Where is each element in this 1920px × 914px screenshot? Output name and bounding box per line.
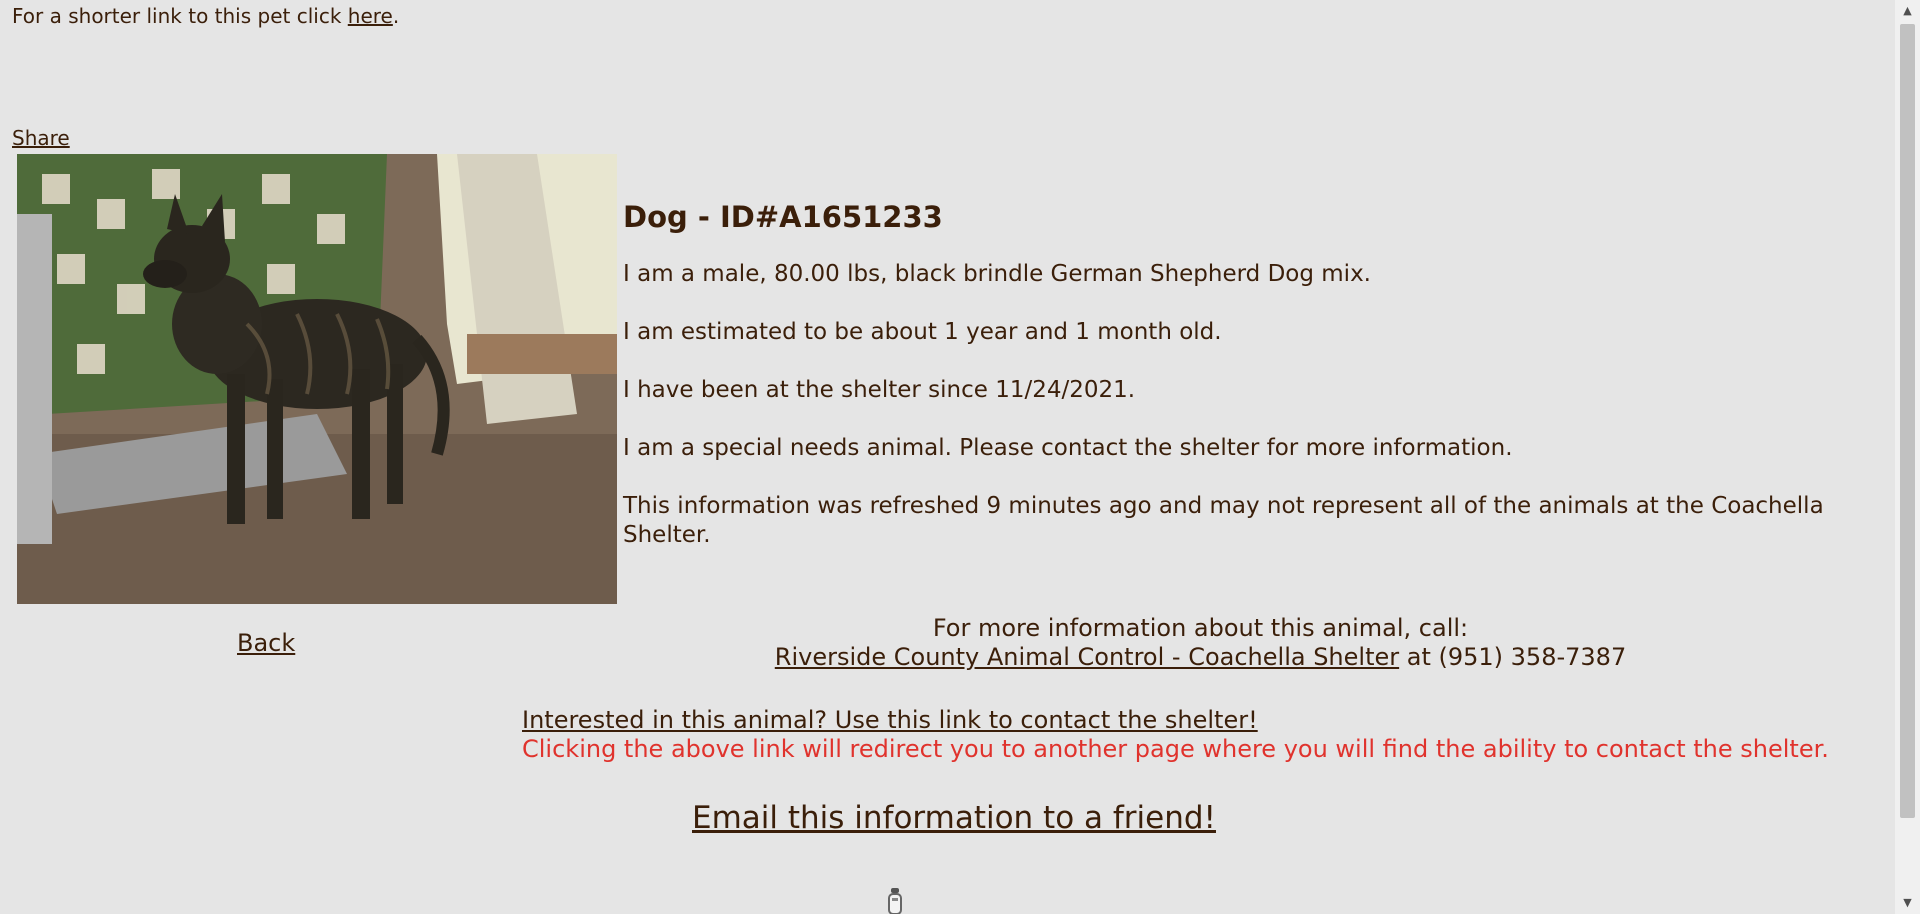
share-link[interactable]: Share <box>12 126 70 150</box>
scrollbar-thumb[interactable] <box>1900 24 1915 818</box>
shorter-link-suffix: . <box>392 4 400 28</box>
shorter-link[interactable]: here <box>348 4 393 28</box>
contact-line: Riverside County Animal Control - Coache… <box>623 643 1778 672</box>
shelter-phone: (951) 358-7387 <box>1438 643 1627 671</box>
vertical-scrollbar[interactable]: ▲ ▼ <box>1895 0 1920 914</box>
email-friend-link[interactable]: Email this information to a friend! <box>692 799 1216 837</box>
shelter-link[interactable]: Riverside County Animal Control - Coache… <box>775 643 1399 671</box>
animal-title: Dog - ID#A1651233 <box>623 200 943 234</box>
scroll-down-arrow-icon[interactable]: ▼ <box>1895 892 1920 914</box>
animal-special-needs: I am a special needs animal. Please cont… <box>623 435 1513 461</box>
shorter-link-prefix: For a shorter link to this pet click <box>12 4 348 28</box>
back-link[interactable]: Back <box>237 628 295 658</box>
redirect-note: Clicking the above link will redirect yo… <box>522 735 1829 763</box>
animal-description: I am a male, 80.00 lbs, black brindle Ge… <box>623 261 1371 287</box>
contact-intro: For more information about this animal, … <box>932 614 1469 642</box>
pet-photo <box>17 154 617 604</box>
shorter-link-line: For a shorter link to this pet click her… <box>12 4 399 28</box>
animal-age: I am estimated to be about 1 year and 1 … <box>623 319 1222 345</box>
animal-shelter-since: I have been at the shelter since 11/24/2… <box>623 377 1136 403</box>
pet-photo-image <box>17 154 617 604</box>
phone-prefix: at <box>1399 643 1439 671</box>
contact-info: For more information about this animal, … <box>623 614 1778 672</box>
refresh-note: This information was refreshed 9 minutes… <box>623 493 1824 548</box>
page: For a shorter link to this pet click her… <box>0 0 1895 914</box>
contact-shelter-link[interactable]: Interested in this animal? Use this link… <box>522 706 1258 734</box>
animal-details: Dog - ID#A1651233 I am a male, 80.00 lbs… <box>623 196 1853 579</box>
scroll-up-arrow-icon[interactable]: ▲ <box>1895 0 1920 22</box>
interest-block: Interested in this animal? Use this link… <box>522 706 1829 764</box>
loading-spinner-icon <box>886 886 904 914</box>
